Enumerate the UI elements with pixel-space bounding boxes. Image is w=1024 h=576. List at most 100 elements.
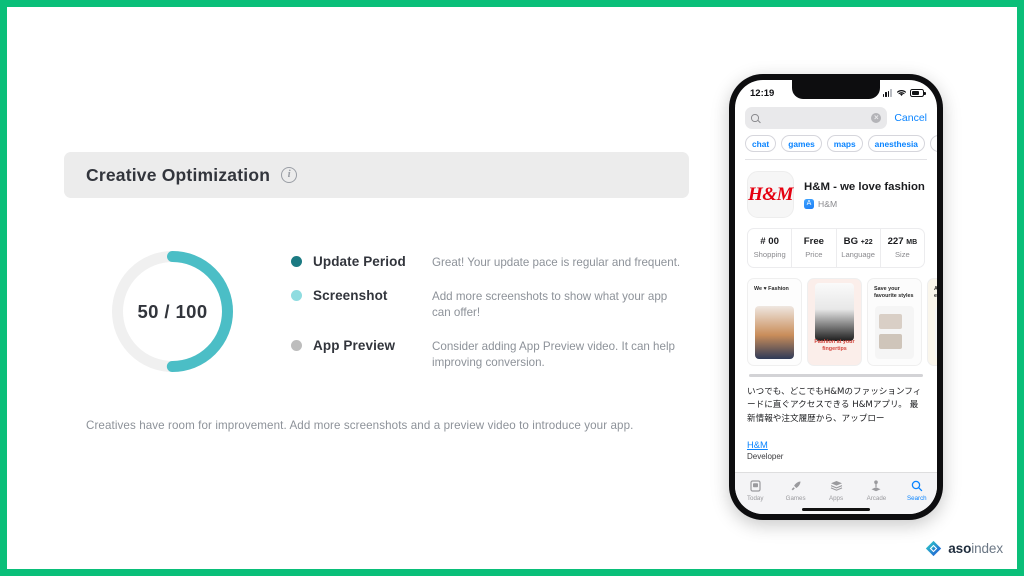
joystick-icon	[856, 478, 896, 493]
legend-dot-icon	[291, 339, 302, 351]
legend-dot-icon	[291, 256, 302, 268]
meta-cell-size: 227 MB Size	[881, 229, 924, 267]
info-circle-icon[interactable]: i	[281, 167, 298, 183]
chip-chat[interactable]: chat	[745, 135, 777, 152]
page-title: Creative Optimization	[86, 164, 271, 185]
developer-link-block: H&M Developer	[735, 427, 937, 461]
wifi-icon	[896, 90, 906, 96]
legend-label: Screenshot	[313, 287, 388, 303]
battery-icon	[910, 89, 926, 97]
meta-value: BG +22	[843, 236, 873, 247]
phone-notch	[792, 80, 880, 99]
chip-anesthesia[interactable]: anesthesia	[867, 135, 925, 152]
status-time: 12:19	[750, 87, 775, 99]
aso-index-diamond-icon	[926, 540, 942, 557]
app-subtitle: A H&M	[804, 199, 925, 210]
clear-circle-icon[interactable]: ×	[871, 113, 882, 123]
legend-label: App Preview	[313, 337, 396, 353]
legend-key: Update Period	[291, 253, 432, 269]
creative-optimization-panel: Creative Optimization i 50 / 100 Update …	[64, 152, 689, 432]
screenshot-image	[815, 282, 854, 341]
screenshot-image	[875, 305, 914, 359]
logo-text: asoindex	[948, 541, 1003, 556]
tab-label: Apps	[828, 495, 844, 502]
screenshot-image	[935, 305, 937, 359]
meta-value: # 00	[760, 236, 779, 247]
tab-today[interactable]: Today	[735, 478, 775, 502]
app-info: H&M - we love fashion A H&M	[804, 180, 925, 210]
phone-screen: 12:19 × Cancel chat games maps anesthesi…	[735, 80, 937, 514]
aso-index-logo: asoindex	[925, 540, 1003, 557]
stack-icon	[816, 478, 856, 493]
screenshot-thumb[interactable]: We ♥ Fashion	[747, 277, 802, 366]
app-meta-row: # 00 Shopping Free Price BG +22 Language…	[747, 228, 925, 268]
legend-label: Update Period	[313, 254, 406, 270]
chip-games[interactable]: games	[781, 135, 822, 152]
developer-caption: Developer	[747, 452, 784, 462]
home-indicator	[735, 505, 937, 514]
meta-value: Free	[803, 236, 824, 247]
search-input[interactable]: ×	[745, 107, 888, 129]
screenshot-thumb[interactable]: Fashion at your fingertips	[807, 277, 862, 366]
section-header: Creative Optimization i	[64, 152, 689, 198]
logo-name-bold: aso	[948, 541, 972, 556]
legend-message: Great! Your update pace is regular and f…	[432, 256, 681, 270]
legend-message: Add more screenshots to show what your a…	[432, 289, 668, 320]
tab-label: Search	[907, 495, 927, 502]
search-icon	[897, 478, 937, 493]
meta-key: Shopping	[753, 249, 786, 259]
tab-search[interactable]: Search	[897, 478, 937, 502]
tab-label: Games	[785, 495, 806, 502]
logo-name-light: index	[971, 541, 1003, 556]
screenshot-caption: Save your favourite styles	[874, 285, 914, 299]
meta-key: Price	[805, 249, 823, 259]
today-icon	[735, 478, 775, 493]
screenshot-caption: Fashion at your fingertips	[814, 339, 855, 353]
legend-item-screenshot: Screenshot Add more screenshots to show …	[291, 287, 689, 322]
screenshot-thumb[interactable]: A flexible experience	[927, 277, 937, 366]
rocket-icon	[775, 478, 815, 493]
legend-list: Update Period Great! Your update pace is…	[291, 251, 689, 371]
legend-key: Screenshot	[291, 287, 432, 303]
phone-mockup: 12:19 × Cancel chat games maps anesthesi…	[729, 74, 943, 520]
status-icons	[882, 89, 926, 97]
meta-key: Size	[894, 249, 910, 259]
app-title: H&M - we love fashion	[804, 180, 925, 193]
screenshot-image	[755, 305, 794, 359]
legend-item-app-preview: App Preview Consider adding App Preview …	[291, 337, 689, 372]
tab-label: Arcade	[866, 495, 887, 502]
summary-footnote: Creatives have room for improvement. Add…	[86, 419, 634, 432]
meta-value: 227 MB	[887, 236, 918, 247]
meta-cell-price: Free Price	[792, 229, 837, 267]
chip-doors[interactable]: doors	[929, 135, 937, 152]
tab-apps[interactable]: Apps	[816, 478, 856, 502]
slide-root: Creative Optimization i 50 / 100 Update …	[0, 0, 1024, 576]
tab-games[interactable]: Games	[775, 478, 815, 502]
search-row: × Cancel	[735, 104, 937, 135]
legend-key: App Preview	[291, 337, 432, 353]
cancel-button[interactable]: Cancel	[894, 112, 927, 124]
app-description: いつでも、どこでもH&Mのファッションフィードに直ぐアクセスできる H&Mアプリ…	[747, 386, 922, 425]
app-store-badge-icon: A	[804, 199, 814, 210]
legend-dot-icon	[291, 289, 302, 301]
score-and-legend-row: 50 / 100 Update Period Great! Your updat…	[64, 246, 689, 377]
tab-bar: Today Games Apps Arcade Search	[735, 472, 937, 505]
app-developer-name: H&M	[818, 199, 838, 210]
tab-arcade[interactable]: Arcade	[856, 478, 896, 502]
chip-maps[interactable]: maps	[826, 135, 863, 152]
meta-cell-rank: # 00 Shopping	[748, 229, 793, 267]
developer-link[interactable]: H&M	[747, 439, 925, 450]
app-result-row[interactable]: H&M H&M - we love fashion A H&M	[735, 160, 937, 228]
gauge-score-label: 50 / 100	[137, 300, 208, 322]
legend-message: Consider adding App Preview video. It ca…	[432, 339, 675, 370]
creative-score-gauge: 50 / 100	[107, 246, 238, 377]
screenshot-caption: A flexible experience	[934, 286, 937, 299]
suggestion-chips: chat games maps anesthesia doors	[735, 135, 937, 159]
screenshot-thumb[interactable]: Save your favourite styles	[867, 277, 922, 366]
legend-item-update-period: Update Period Great! Your update pace is…	[291, 253, 689, 271]
search-icon	[751, 114, 759, 122]
screenshot-carousel[interactable]: We ♥ Fashion Fashion at your fingertips …	[735, 268, 937, 372]
meta-key: Language	[841, 249, 876, 259]
screenshot-caption: We ♥ Fashion	[754, 285, 789, 292]
tab-label: Today	[746, 495, 764, 502]
